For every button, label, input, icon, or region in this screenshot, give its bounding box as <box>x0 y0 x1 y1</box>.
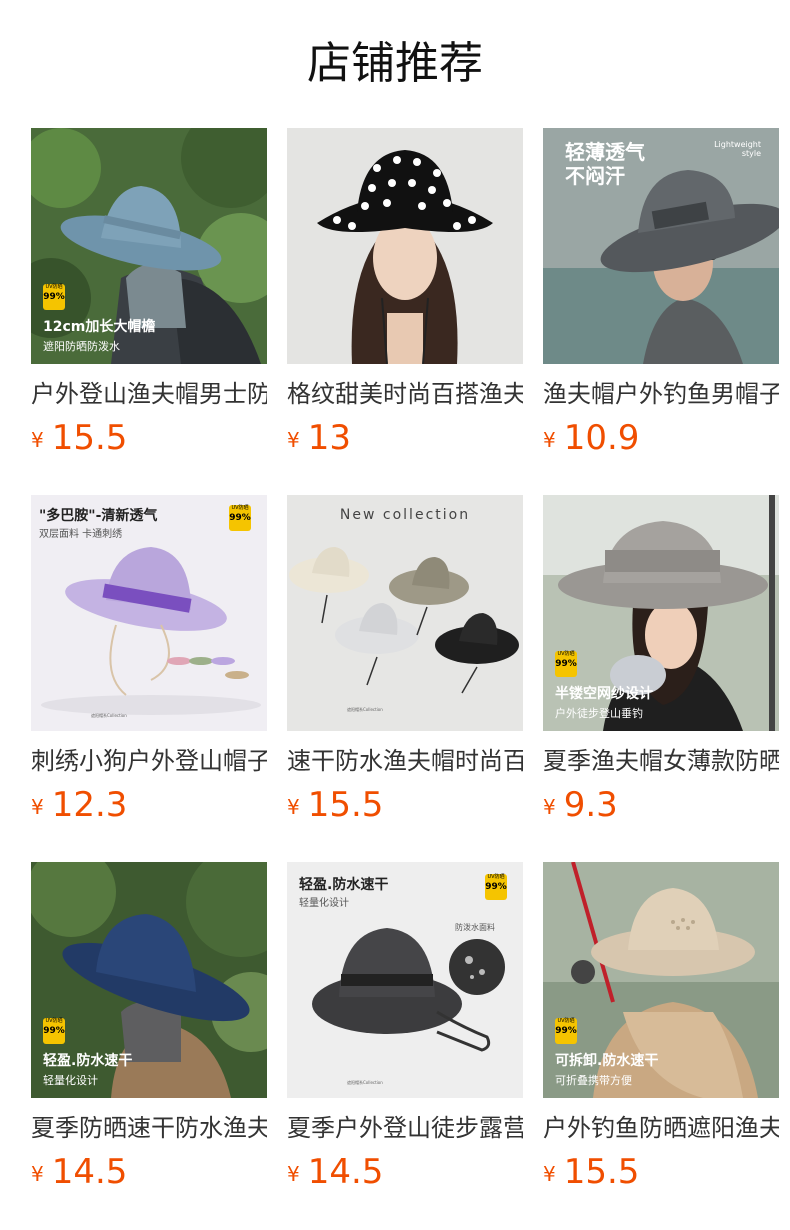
currency-symbol: ¥ <box>31 1162 44 1186</box>
product-price: ¥10.9 <box>543 416 639 460</box>
product-name[interactable]: 夏季防晒速干防水渔夫帽 <box>31 1108 267 1148</box>
product-card[interactable]: UV防晒99% 可拆卸.防水速干 可折叠携带方便 户外钓鱼防晒遮阳渔夫帽 ¥15… <box>543 862 779 1202</box>
image-subcaption: 轻量化设计 <box>43 1074 98 1087</box>
price-value: 15.5 <box>307 785 384 825</box>
fabric-label: 防泼水面料 <box>455 923 495 932</box>
product-image[interactable]: UV防晒 99% 12cm加长大帽檐 遮阳防晒防泼水 <box>31 128 267 364</box>
currency-symbol: ¥ <box>543 1162 556 1186</box>
product-card[interactable]: New collection 遮阳帽系Collection 速干防水渔夫帽时尚百… <box>287 495 523 835</box>
price-value: 9.3 <box>563 785 618 825</box>
currency-symbol: ¥ <box>287 428 300 452</box>
currency-symbol: ¥ <box>31 428 44 452</box>
price-value: 13 <box>307 418 351 458</box>
image-english-label: Lightweight style <box>714 140 761 158</box>
product-price: ¥15.5 <box>31 416 127 460</box>
product-image[interactable]: UV防晒 99% 半镂空网纱设计 户外徒步登山垂钓 <box>543 495 779 731</box>
page-title: 店铺推荐 <box>307 38 483 89</box>
currency-symbol: ¥ <box>287 1162 300 1186</box>
price-value: 12.3 <box>51 785 128 825</box>
price-value: 15.5 <box>563 1152 640 1192</box>
product-name[interactable]: 刺绣小狗户外登山帽子 <box>31 741 267 781</box>
uv-badge: UV防晒 99% <box>555 1018 577 1044</box>
product-image[interactable] <box>287 128 523 364</box>
product-card[interactable]: 轻薄透气 不闷汗 Lightweight style 渔夫帽户外钓鱼男帽子 ¥1… <box>543 128 779 468</box>
collection-label: New collection <box>339 507 471 523</box>
product-image[interactable]: UV防晒 99% 可拆卸.防水速干 可折叠携带方便 <box>543 862 779 1098</box>
product-name[interactable]: 渔夫帽户外钓鱼男帽子 <box>543 374 779 414</box>
price-value: 15.5 <box>51 418 128 458</box>
image-subcaption: 遮阳防晒防泼水 <box>43 340 120 353</box>
product-price: ¥13 <box>287 416 351 460</box>
image-fineprint: 遮阳帽系Collection <box>347 707 383 712</box>
image-caption: 12cm加长大帽檐 <box>43 319 156 335</box>
uv-badge: UV防晒 99% <box>229 505 251 531</box>
product-name[interactable]: 夏季渔夫帽女薄款防晒帽 <box>543 741 779 781</box>
currency-symbol: ¥ <box>31 795 44 819</box>
product-name[interactable]: 户外登山渔夫帽男士防晒遮阳帽 <box>31 374 267 414</box>
product-image[interactable]: 轻薄透气 不闷汗 Lightweight style <box>543 128 779 364</box>
image-headline: 轻薄透气 不闷汗 <box>565 140 645 188</box>
product-price: ¥14.5 <box>287 1150 383 1194</box>
image-fineprint: 遮阳帽系Collection <box>347 1080 383 1085</box>
product-name[interactable]: 户外钓鱼防晒遮阳渔夫帽 <box>543 1108 779 1148</box>
product-card[interactable]: 格纹甜美时尚百搭渔夫帽 ¥13 <box>287 128 523 468</box>
product-card[interactable]: "多巴胺"-清新透气 双层面料 卡通刺绣 UV防晒 99% 遮阳帽系Collect… <box>31 495 267 835</box>
product-card[interactable]: UV防晒99% 12cm加长大帽檐 遮阳防晒防泼水 户外登山渔夫帽男士防晒遮阳帽… <box>31 128 267 468</box>
uv-badge: UV防晒 99% <box>43 1018 65 1044</box>
product-price: ¥12.3 <box>31 783 127 827</box>
image-caption: 轻盈.防水速干 <box>299 877 389 893</box>
product-name[interactable]: 格纹甜美时尚百搭渔夫帽 <box>287 374 523 414</box>
price-value: 14.5 <box>51 1152 128 1192</box>
product-price: ¥9.3 <box>543 783 618 827</box>
uv-badge: UV防晒 99% <box>43 284 65 310</box>
uv-badge: UV防晒 99% <box>555 651 577 677</box>
product-name[interactable]: 夏季户外登山徒步露营帽 <box>287 1108 523 1148</box>
image-subcaption: 轻量化设计 <box>299 898 349 909</box>
product-price: ¥15.5 <box>543 1150 639 1194</box>
product-price: ¥15.5 <box>287 783 383 827</box>
product-card[interactable]: 轻盈.防水速干 轻量化设计 UV防晒 99% 防泼水面料 遮阳帽系Collecti… <box>287 862 523 1202</box>
product-image[interactable]: "多巴胺"-清新透气 双层面料 卡通刺绣 UV防晒 99% 遮阳帽系Collect… <box>31 495 267 731</box>
image-caption: 轻盈.防水速干 <box>43 1053 133 1069</box>
product-card[interactable]: UV防晒99% 轻盈.防水速干 轻量化设计 夏季防晒速干防水渔夫帽 ¥14.5 <box>31 862 267 1202</box>
currency-symbol: ¥ <box>287 795 300 819</box>
price-value: 14.5 <box>307 1152 384 1192</box>
product-name[interactable]: 速干防水渔夫帽时尚百搭 <box>287 741 523 781</box>
product-image[interactable]: New collection 遮阳帽系Collection <box>287 495 523 731</box>
currency-symbol: ¥ <box>543 795 556 819</box>
product-card[interactable]: UV防晒99% 半镂空网纱设计 户外徒步登山垂钓 夏季渔夫帽女薄款防晒帽 ¥9.… <box>543 495 779 835</box>
image-subcaption: 户外徒步登山垂钓 <box>555 707 643 720</box>
image-caption: "多巴胺"-清新透气 <box>39 508 158 524</box>
image-subcaption: 可折叠携带方便 <box>555 1074 632 1087</box>
image-caption: 可拆卸.防水速干 <box>555 1053 659 1069</box>
product-price: ¥14.5 <box>31 1150 127 1194</box>
image-caption: 半镂空网纱设计 <box>555 686 653 702</box>
image-subcaption: 双层面料 卡通刺绣 <box>39 529 123 540</box>
image-fineprint: 遮阳帽系Collection <box>91 713 127 718</box>
uv-badge: UV防晒 99% <box>485 874 507 900</box>
product-image[interactable]: 轻盈.防水速干 轻量化设计 UV防晒 99% 防泼水面料 遮阳帽系Collecti… <box>287 862 523 1098</box>
price-value: 10.9 <box>563 418 640 458</box>
product-image[interactable]: UV防晒 99% 轻盈.防水速干 轻量化设计 <box>31 862 267 1098</box>
currency-symbol: ¥ <box>543 428 556 452</box>
